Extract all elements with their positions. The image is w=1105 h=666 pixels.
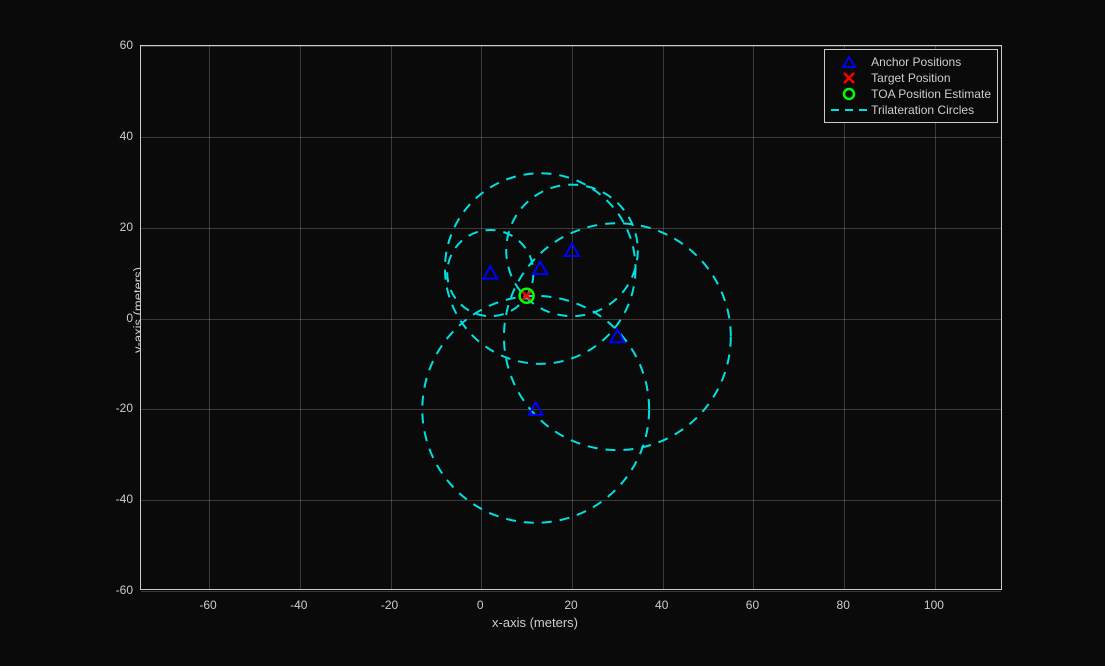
x-icon xyxy=(831,71,867,85)
x-tick-label: 80 xyxy=(837,598,850,612)
legend-item-estimate: TOA Position Estimate xyxy=(831,86,991,102)
anchor-marker xyxy=(533,262,547,275)
x-tick-label: -40 xyxy=(290,598,307,612)
plot-area: Anchor Positions Target Position TOA Pos… xyxy=(140,45,1002,590)
x-axis-label: x-axis (meters) xyxy=(492,615,578,630)
y-tick-label: 40 xyxy=(120,129,133,143)
y-tick-label: -60 xyxy=(116,583,133,597)
trilateration-circle xyxy=(447,230,533,316)
y-tick-label: 0 xyxy=(126,311,133,325)
legend-label: Trilateration Circles xyxy=(871,103,974,117)
legend: Anchor Positions Target Position TOA Pos… xyxy=(824,49,998,123)
x-tick-label: 40 xyxy=(655,598,668,612)
trilateration-circle xyxy=(445,173,636,364)
anchor-marker xyxy=(483,266,497,279)
legend-label: TOA Position Estimate xyxy=(871,87,991,101)
legend-label: Anchor Positions xyxy=(871,55,961,69)
x-tick-label: 100 xyxy=(924,598,944,612)
y-tick-label: -40 xyxy=(116,492,133,506)
trilateration-circle xyxy=(504,223,731,450)
dashed-line-icon xyxy=(831,103,867,117)
legend-item-target: Target Position xyxy=(831,70,991,86)
x-tick-label: -60 xyxy=(199,598,216,612)
x-tick-label: 0 xyxy=(477,598,484,612)
anchor-marker xyxy=(565,243,579,256)
triangle-icon xyxy=(831,55,867,69)
y-tick-label: -20 xyxy=(116,401,133,415)
legend-item-anchors: Anchor Positions xyxy=(831,54,991,70)
chart-canvas xyxy=(141,46,1001,589)
y-tick-label: 60 xyxy=(120,38,133,52)
circle-icon xyxy=(831,87,867,101)
x-tick-label: 60 xyxy=(746,598,759,612)
y-tick-label: 20 xyxy=(120,220,133,234)
x-tick-label: -20 xyxy=(381,598,398,612)
legend-label: Target Position xyxy=(871,71,950,85)
x-tick-label: 20 xyxy=(564,598,577,612)
trilateration-circle xyxy=(422,296,649,523)
legend-item-circles: Trilateration Circles xyxy=(831,102,991,118)
